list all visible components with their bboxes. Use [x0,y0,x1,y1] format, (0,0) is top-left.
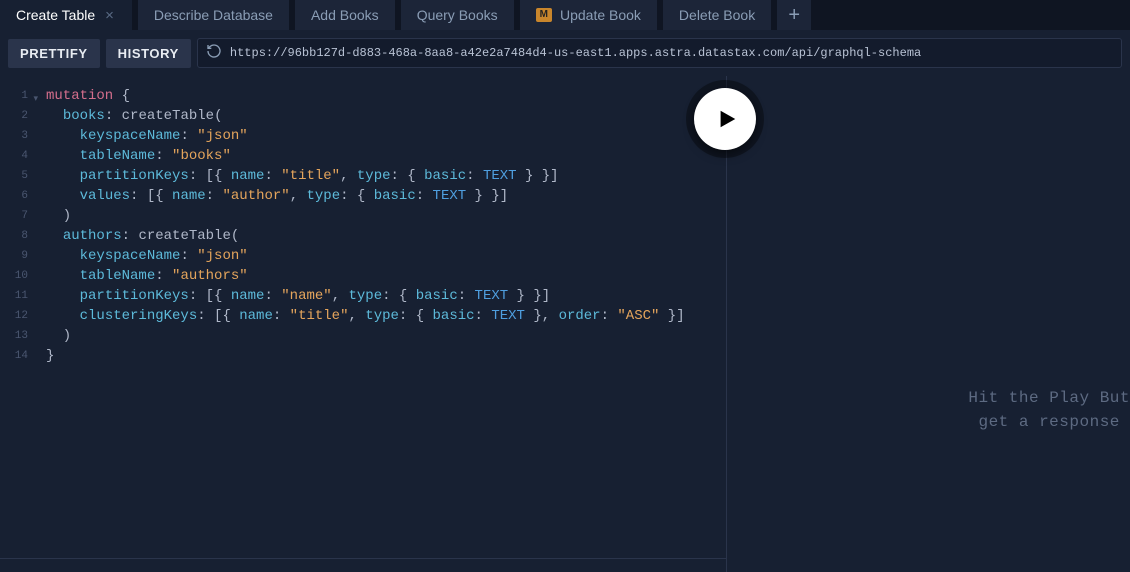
tab-delete-book[interactable]: Delete Book [663,0,771,30]
reload-icon[interactable] [206,43,222,64]
tab-query-books[interactable]: Query Books [401,0,514,30]
history-button[interactable]: HISTORY [106,39,191,68]
tab-label: Query Books [417,7,498,23]
add-tab-button[interactable]: + [777,0,811,30]
tab-update-book[interactable]: M Update Book [520,0,657,30]
tab-add-books[interactable]: Add Books [295,0,395,30]
fold-arrow-icon[interactable]: ▾ [33,89,38,109]
modified-badge: M [536,8,552,22]
url-text: https://96bb127d-d883-468a-8aa8-a42e2a74… [230,46,921,60]
tab-bar: Create Table × Describe Database Add Books Q… [0,0,1130,30]
tab-label: Describe Database [154,7,273,23]
tab-create-table[interactable]: Create Table × [0,0,132,30]
query-editor[interactable]: 1▾234567891011121314 mutation { books: c… [0,76,726,572]
tab-label: Create Table [16,7,95,23]
tab-describe-database[interactable]: Describe Database [138,0,289,30]
code-area[interactable]: mutation { books: createTable( keyspaceN… [34,86,726,572]
toolbar: PRETTIFY HISTORY https://96bb127d-d883-4… [0,30,1130,76]
main: 1▾234567891011121314 mutation { books: c… [0,76,1130,572]
tab-label: Add Books [311,7,379,23]
results-hint: Hit the Play But get a response [968,386,1130,434]
close-icon[interactable]: × [103,8,116,23]
tab-label: Delete Book [679,7,755,23]
url-bar[interactable]: https://96bb127d-d883-468a-8aa8-a42e2a74… [197,38,1122,68]
variables-pane-handle[interactable] [0,558,726,572]
tab-label: Update Book [560,7,641,23]
results-pane: Hit the Play But get a response [726,76,1130,572]
execute-button[interactable] [694,88,756,150]
prettify-button[interactable]: PRETTIFY [8,39,100,68]
line-gutter: 1▾234567891011121314 [0,86,34,572]
play-icon [716,108,738,130]
